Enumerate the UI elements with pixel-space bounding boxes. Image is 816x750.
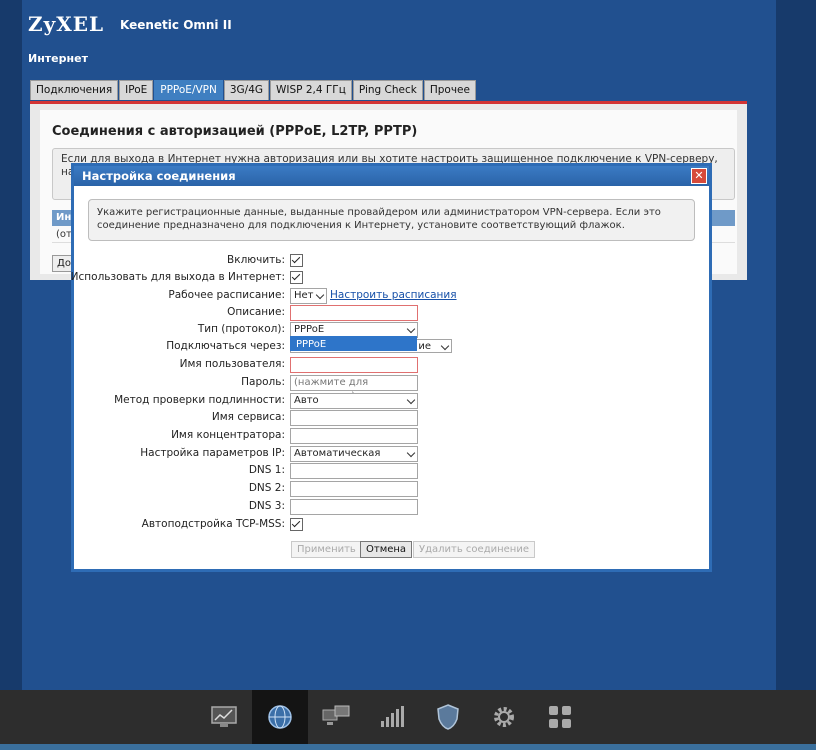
row-use-internet: Использовать для выхода в Интернет: [70,270,709,286]
dialog-titlebar: Настройка соединения ✕ [74,166,709,186]
use-internet-label: Использовать для выхода в Интернет: [70,271,285,283]
dns2-label: DNS 2: [248,482,285,494]
tab-wisp[interactable]: WISP 2,4 ГГц [270,80,352,100]
service-name-input[interactable] [290,410,418,426]
row-dns3: DNS 3: [74,499,709,515]
row-service-name: Имя сервиса: [74,410,709,426]
configure-schedules-link[interactable]: Настроить расписания [330,289,457,301]
cancel-button[interactable]: Отмена [360,541,413,558]
connect-via-value: ие [418,341,431,352]
dns1-label: DNS 1: [248,464,285,476]
tab-pppoe-vpn[interactable]: PPPoE/VPN [154,80,223,100]
concentrator-label: Имя концентратора: [171,429,285,441]
tcp-mss-checkbox[interactable] [290,518,303,531]
enable-label: Включить: [227,254,285,266]
tab-other[interactable]: Прочее [423,80,476,100]
globe-icon[interactable] [252,690,308,744]
dialog-title: Настройка соединения [82,169,236,183]
enable-checkbox[interactable] [290,254,303,267]
service-name-label: Имя сервиса: [211,411,285,423]
ip-settings-label: Настройка параметров IP: [140,447,285,459]
username-input[interactable] [290,357,418,373]
auth-method-select[interactable]: Авто [290,393,418,409]
concentrator-input[interactable] [290,428,418,444]
tab-ipoe[interactable]: IPoE [119,80,154,100]
wifi-signal-icon[interactable] [364,690,420,744]
username-label: Имя пользователя: [179,358,285,370]
row-dns2: DNS 2: [74,481,709,497]
chevron-down-icon [406,324,416,334]
left-margin [0,0,22,690]
apps-grid-icon[interactable] [532,690,588,744]
apply-button[interactable]: Применить [291,541,362,558]
bottom-toolbar [0,690,816,744]
row-tcp-mss: Автоподстройка TCP-MSS: [74,517,709,533]
tcp-mss-label: Автоподстройка TCP-MSS: [141,518,285,530]
tab-ping-check[interactable]: Ping Check [352,80,423,100]
chevron-down-icon [406,395,416,405]
shield-icon[interactable] [420,690,476,744]
schedule-select[interactable]: Нет [290,288,327,304]
row-description: Описание: [74,305,709,321]
connect-via-label: Подключаться через: [166,340,285,352]
right-margin [776,0,816,690]
connection-settings-dialog: Настройка соединения ✕ Укажите регистрац… [71,163,712,572]
row-auth-method: Метод проверки подлинности: Авто [74,393,709,409]
dialog-info-box: Укажите регистрационные данные, выданные… [88,199,695,241]
row-ip-settings: Настройка параметров IP: Автоматическая [74,446,709,462]
monitor-chart-icon[interactable] [196,690,252,744]
row-username: Имя пользователя: [74,357,709,373]
tab-bar: Подключения IPoE PPPoE/VPN 3G/4G WISP 2,… [30,80,476,100]
model-name: Keenetic Omni II [120,18,232,32]
row-concentrator: Имя концентратора: [74,428,709,444]
password-label: Пароль: [241,376,285,388]
os-taskbar-strip [0,744,816,750]
network-computers-icon[interactable] [308,690,364,744]
chevron-down-icon [315,290,325,300]
dns2-input[interactable] [290,481,418,497]
row-enable: Включить: [74,253,709,269]
protocol-option-pppoe[interactable]: PPPoE [290,336,417,351]
ip-settings-select[interactable]: Автоматическая [290,446,418,462]
tab-connections[interactable]: Подключения [30,80,119,100]
description-input[interactable] [290,305,418,321]
use-internet-checkbox[interactable] [290,271,303,284]
gear-icon[interactable] [476,690,532,744]
auth-method-value: Авто [294,395,319,406]
password-input[interactable]: (нажмите для изменения) [290,375,418,402]
dns1-input[interactable] [290,463,418,479]
ip-settings-value: Автоматическая [294,448,381,459]
panel-title: Соединения с авторизацией (PPPoE, L2TP, … [52,124,418,139]
auth-method-label: Метод проверки подлинности: [114,394,285,406]
close-icon[interactable]: ✕ [691,168,707,184]
row-schedule: Рабочее расписание: Нет Настроить распис… [74,288,709,304]
row-password: Пароль: (нажмите для изменения) [74,375,709,402]
schedule-label: Рабочее расписание: [168,289,285,301]
tab-3g-4g[interactable]: 3G/4G [223,80,270,100]
schedule-value: Нет [294,290,314,301]
chevron-down-icon [440,341,450,351]
dns3-label: DNS 3: [248,500,285,512]
protocol-value: PPPoE [294,324,325,335]
row-dns1: DNS 1: [74,463,709,479]
delete-connection-button[interactable]: Удалить соединение [413,541,535,558]
chevron-down-icon [406,448,416,458]
description-label: Описание: [227,306,285,318]
dns3-input[interactable] [290,499,418,515]
section-title: Интернет [28,52,88,65]
protocol-label: Тип (протокол): [197,323,285,335]
header: ZyXEL [28,12,104,36]
zyxel-logo: ZyXEL [28,12,105,36]
